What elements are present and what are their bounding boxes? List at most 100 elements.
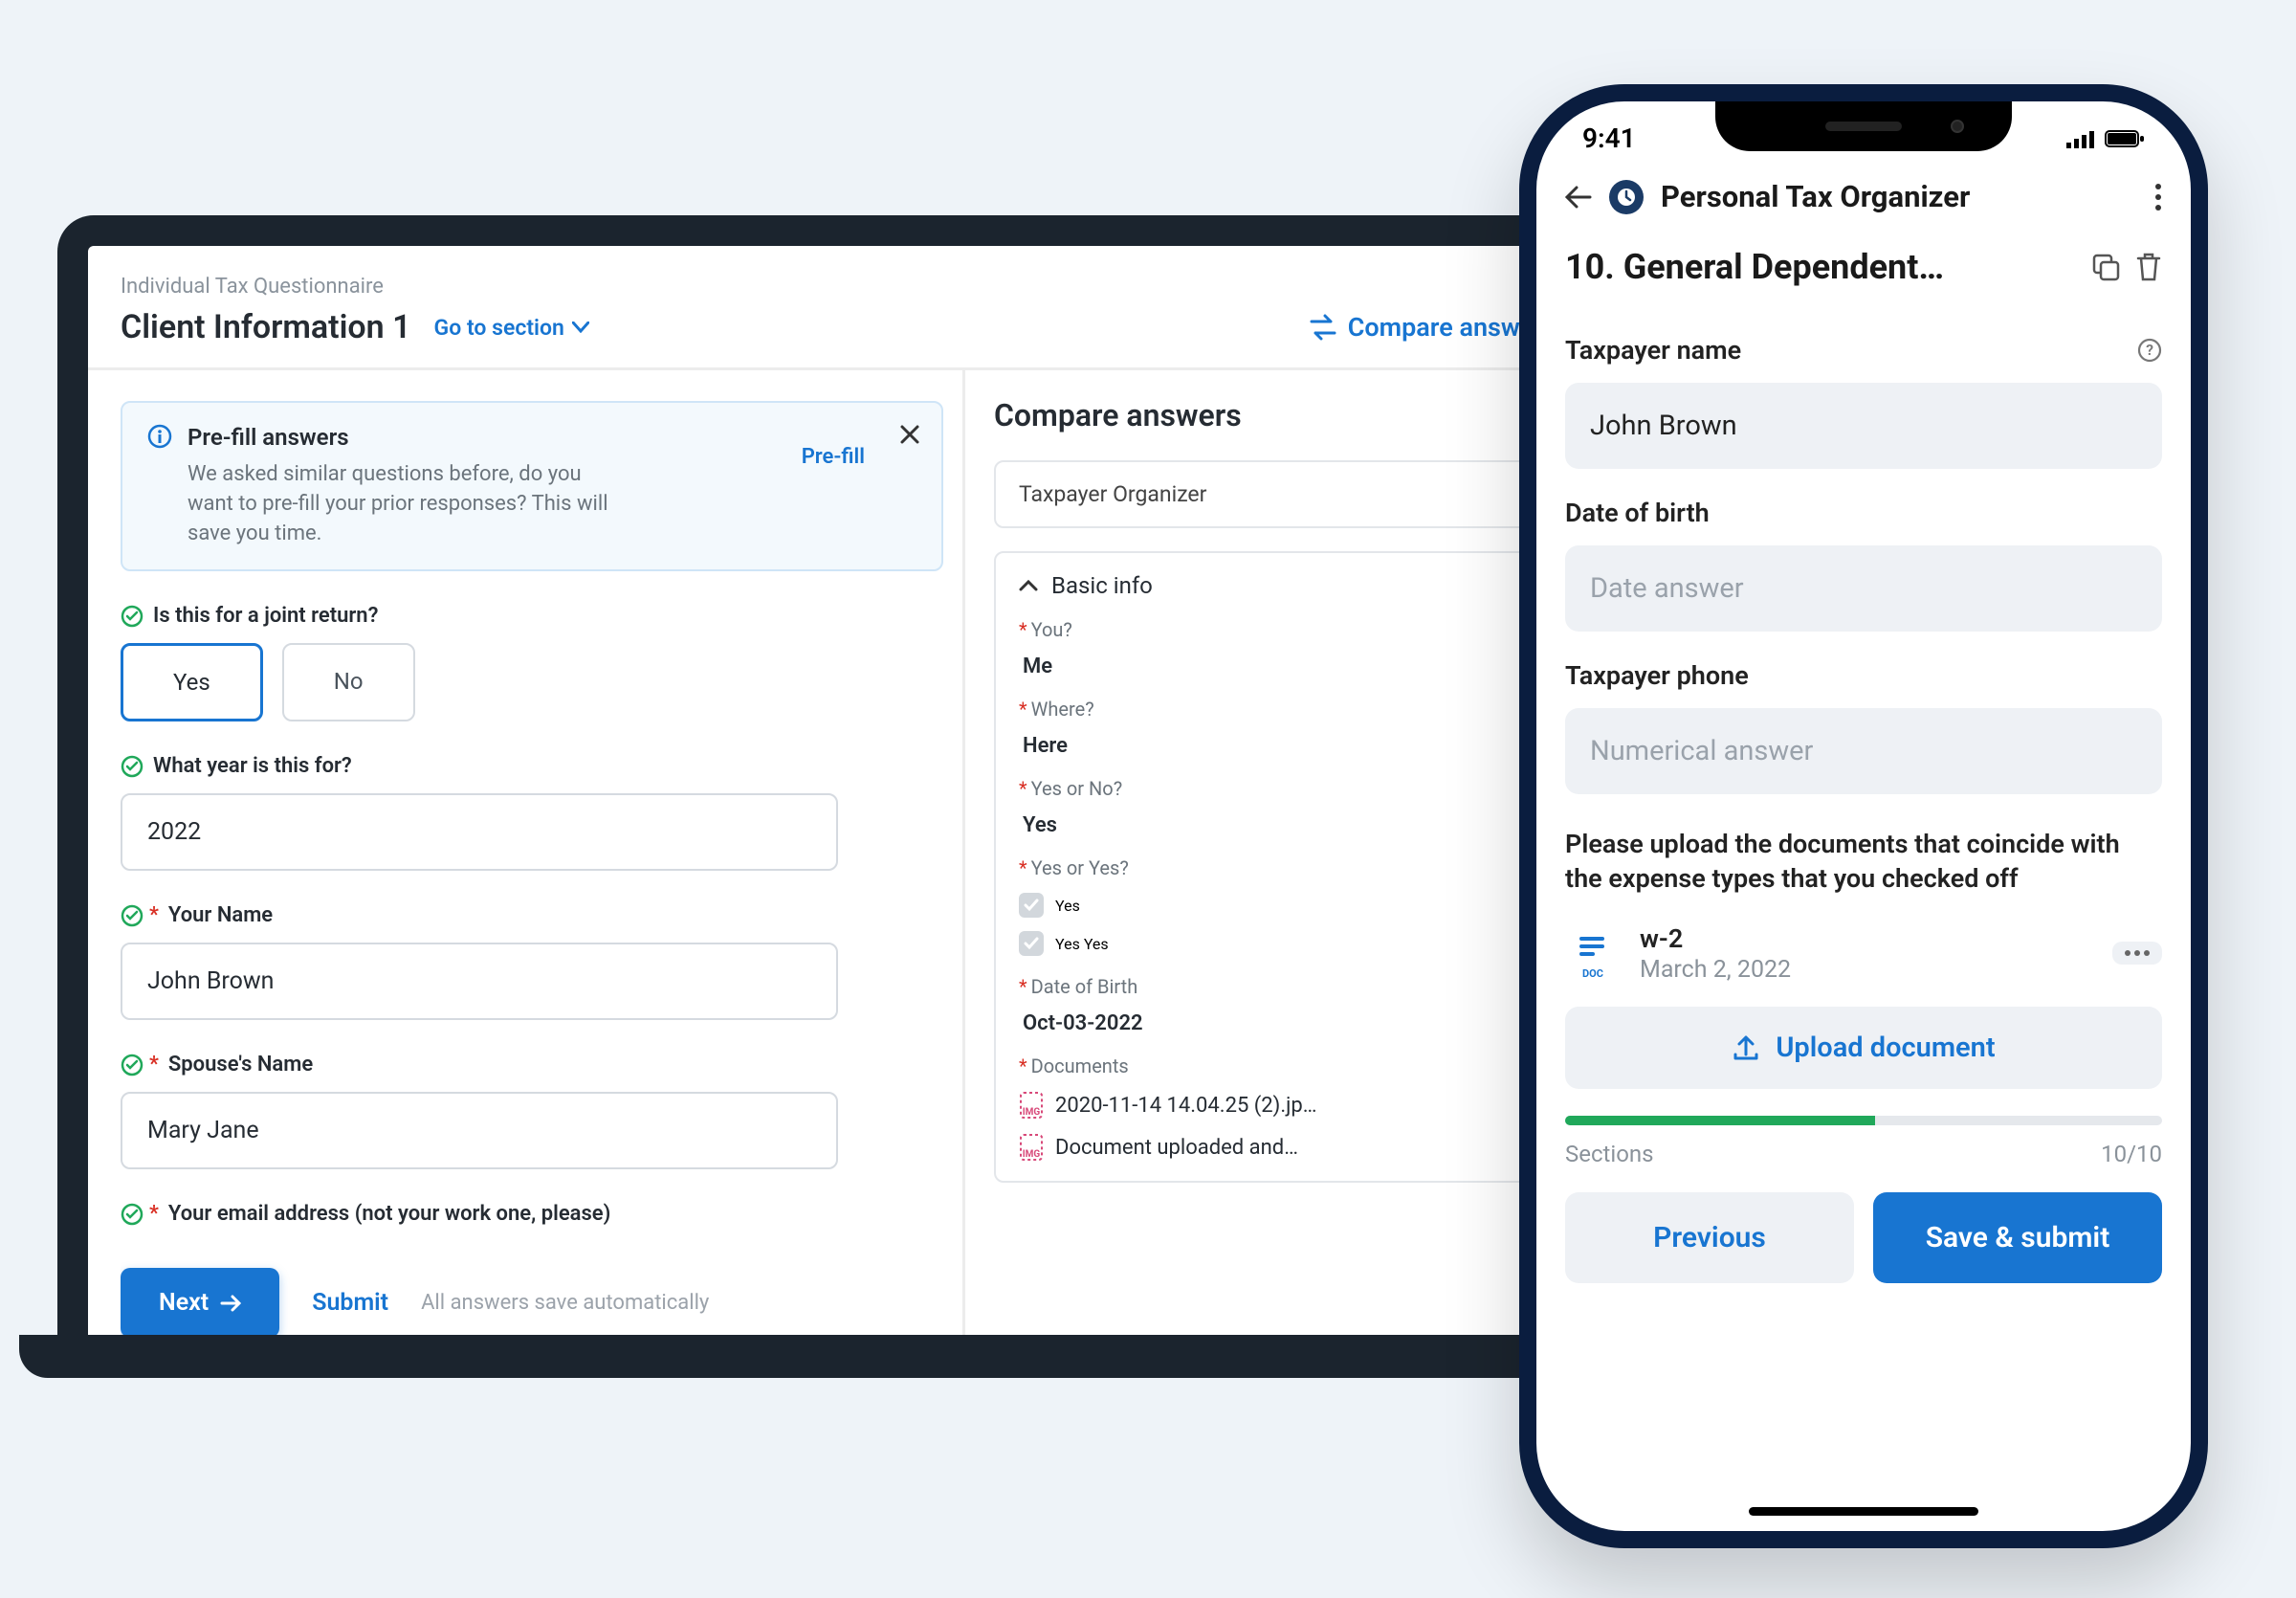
upload-icon xyxy=(1732,1033,1760,1062)
checkbox-yesyes[interactable]: Yes Yes xyxy=(1019,931,1581,956)
more-icon[interactable] xyxy=(2154,183,2162,211)
check-icon xyxy=(121,755,144,778)
trash-icon[interactable] xyxy=(2135,252,2162,282)
you-value: Me xyxy=(1023,655,1581,678)
dob-field[interactable]: Date answer xyxy=(1565,545,2162,632)
check-icon xyxy=(121,605,144,628)
section-header: 10. General Dependent… xyxy=(1536,233,2191,297)
document-row[interactable]: IMG Document uploaded and… xyxy=(1019,1133,1581,1162)
question-spouse-name: * Spouse's Name xyxy=(121,1053,943,1076)
taxpayer-name-label: Taxpayer name ? xyxy=(1565,335,2162,366)
where-label: *Where? xyxy=(1019,698,1581,721)
file-menu-button[interactable] xyxy=(2112,942,2162,965)
laptop-screen: Individual Tax Questionnaire Client Info… xyxy=(57,215,1698,1335)
dob-value: Oct-03-2022 xyxy=(1023,1011,1581,1035)
signal-icon xyxy=(2066,129,2097,148)
year-field[interactable]: 2022 xyxy=(121,793,838,871)
progress-fill xyxy=(1565,1116,1875,1125)
check-icon xyxy=(121,1054,144,1076)
sections-counter: Sections 10/10 xyxy=(1565,1141,2162,1167)
status-time: 9:41 xyxy=(1582,122,1636,154)
svg-text:IMG: IMG xyxy=(1023,1107,1041,1118)
svg-text:?: ? xyxy=(2146,341,2153,359)
prefill-description: We asked similar questions before, do yo… xyxy=(188,460,628,548)
required-star: * xyxy=(149,1202,159,1226)
phone-footer: Previous Save & submit xyxy=(1536,1167,2191,1283)
copy-icon[interactable] xyxy=(2091,253,2120,281)
taxpayer-name-field[interactable]: John Brown xyxy=(1565,383,2162,469)
spouse-field[interactable]: Mary Jane xyxy=(121,1092,838,1169)
dob-label: *Date of Birth xyxy=(1019,975,1581,998)
page-header: Client Information 1 Go to section Compa… xyxy=(88,308,1667,370)
phone-device: 9:41 Personal Tax Organizer 10. General … xyxy=(1519,84,2208,1548)
autosave-text: All answers save automatically xyxy=(421,1291,709,1315)
form-column: Pre-fill answers We asked similar questi… xyxy=(121,370,943,1335)
check-icon xyxy=(121,904,144,927)
section-title: 10. General Dependent… xyxy=(1565,247,2076,287)
checkbox-yes[interactable]: Yes xyxy=(1019,893,1581,918)
clock-icon xyxy=(1609,180,1644,214)
organizer-select[interactable]: Taxpayer Organizer xyxy=(994,460,1606,528)
required-star: * xyxy=(149,1053,159,1076)
yesno-value: Yes xyxy=(1023,813,1581,837)
help-icon[interactable]: ? xyxy=(2137,338,2162,363)
question-your-name: * Your Name xyxy=(121,903,943,927)
home-indicator[interactable] xyxy=(1749,1507,1978,1516)
upload-instructions: Please upload the documents that coincid… xyxy=(1565,827,2162,897)
prefill-link[interactable]: Pre-fill xyxy=(802,445,865,469)
next-button[interactable]: Next xyxy=(121,1268,279,1335)
checkbox-icon xyxy=(1019,931,1044,956)
checkbox-icon xyxy=(1019,893,1044,918)
accordion-header[interactable]: Basic info xyxy=(1019,572,1581,599)
option-yes[interactable]: Yes xyxy=(121,643,263,721)
prefill-banner: Pre-fill answers We asked similar questi… xyxy=(121,401,943,571)
form-footer: Next Submit All answers save automatical… xyxy=(121,1241,943,1335)
upload-document-button[interactable]: Upload document xyxy=(1565,1007,2162,1089)
name-field[interactable]: John Brown xyxy=(121,943,838,1020)
yesyes-label: *Yes or Yes? xyxy=(1019,856,1581,879)
question-email: * Your email address (not your work one,… xyxy=(121,1202,943,1226)
yesno-label: *Yes or No? xyxy=(1019,777,1581,800)
file-date: March 2, 2022 xyxy=(1640,956,1791,984)
file-name: w-2 xyxy=(1640,923,1791,954)
basic-info-accordion: Basic info *You? Me *Where? Here *Yes or… xyxy=(994,551,1606,1183)
you-label: *You? xyxy=(1019,618,1581,641)
chevron-down-icon xyxy=(572,322,589,333)
where-value: Here xyxy=(1023,734,1581,758)
progress-bar xyxy=(1565,1116,2162,1125)
doc-file-icon: DOC xyxy=(1565,925,1621,981)
question-joint-return: Is this for a joint return? xyxy=(121,604,943,628)
info-icon xyxy=(147,424,172,449)
dob-label: Date of birth xyxy=(1565,498,2162,528)
chevron-up-icon xyxy=(1019,579,1038,592)
previous-button[interactable]: Previous xyxy=(1565,1192,1854,1283)
laptop-device: Individual Tax Questionnaire Client Info… xyxy=(57,215,1698,1378)
document-row[interactable]: IMG 2020-11-14 14.04.25 (2).jp… xyxy=(1019,1091,1581,1120)
arrow-right-icon xyxy=(220,1295,241,1312)
required-star: * xyxy=(149,903,159,927)
phone-label: Taxpayer phone xyxy=(1565,660,2162,691)
prefill-title: Pre-fill answers xyxy=(188,424,628,451)
battery-icon xyxy=(2105,129,2145,148)
goto-section-dropdown[interactable]: Go to section xyxy=(434,315,589,341)
check-icon xyxy=(121,1203,144,1226)
documents-label: *Documents xyxy=(1019,1054,1581,1077)
phone-header: Personal Tax Organizer xyxy=(1536,164,2191,233)
page-title: Client Information 1 xyxy=(121,308,411,346)
option-no[interactable]: No xyxy=(282,643,415,721)
phone-body: Taxpayer name ? John Brown Date of birth… xyxy=(1536,297,2191,1167)
phone-notch xyxy=(1715,101,2012,151)
file-row[interactable]: DOC w-2 March 2, 2022 xyxy=(1565,918,2162,989)
back-icon[interactable] xyxy=(1565,186,1592,209)
breadcrumb: Individual Tax Questionnaire xyxy=(121,275,1635,299)
submit-button[interactable]: Submit xyxy=(312,1289,388,1317)
close-icon[interactable] xyxy=(899,424,920,445)
image-file-icon: IMG xyxy=(1019,1133,1044,1162)
more-horizontal-icon xyxy=(2124,949,2151,957)
compare-icon xyxy=(1308,314,1338,341)
question-year: What year is this for? xyxy=(121,754,943,778)
phone-field[interactable]: Numerical answer xyxy=(1565,708,2162,794)
app-title: Personal Tax Organizer xyxy=(1661,179,1970,214)
svg-text:IMG: IMG xyxy=(1023,1149,1041,1160)
save-submit-button[interactable]: Save & submit xyxy=(1873,1192,2162,1283)
